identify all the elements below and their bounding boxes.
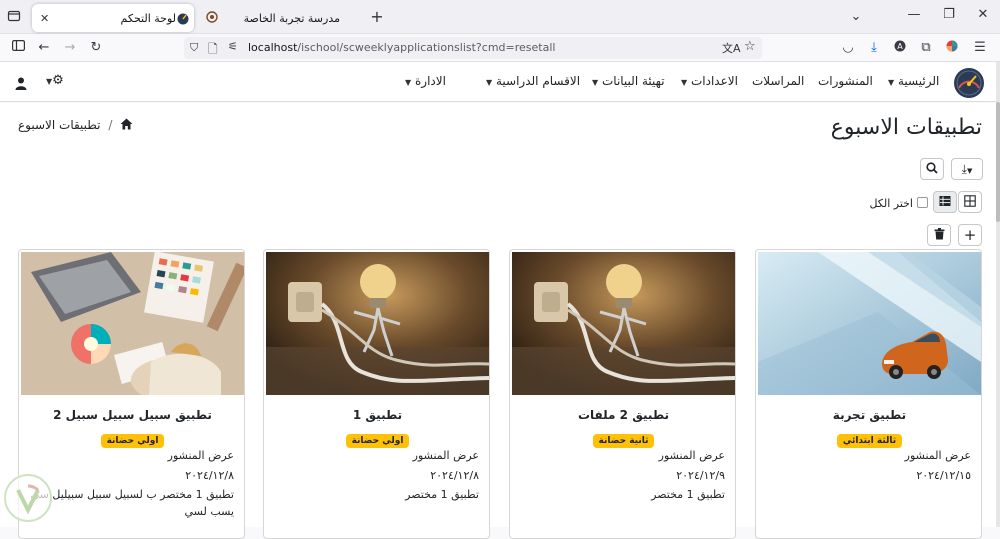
sidebar-icon[interactable] [8,34,28,62]
card-date: ٢٠٢٤/١٢/٨ [185,469,234,482]
card-title[interactable]: تطبيق 1 [264,408,489,422]
home-icon[interactable] [120,118,133,132]
grid-view-button[interactable] [958,191,982,213]
grid-icon [964,195,976,207]
minimize-icon[interactable]: — [906,7,922,22]
pocket-icon[interactable]: ◡ [838,34,858,62]
back-arrow-icon[interactable]: ← [34,34,54,62]
lightbulb-image[interactable] [512,252,735,395]
bookmark-star-icon[interactable]: ☆ [744,39,756,54]
close-tab-icon[interactable]: ✕ [40,12,49,25]
gauge-favicon-icon [176,11,190,25]
trash-icon [934,228,944,240]
translate-icon[interactable]: 文A [722,40,741,56]
tab-dashboard[interactable]: ✕ لوحة التحكم [32,4,194,32]
close-window-icon[interactable]: ✕ [975,7,991,22]
caret-down-icon: ▼ [888,78,895,87]
card-description: تطبيق 1 مختصر ب لسبيل سبيل سبيليل سي يسب… [30,488,234,518]
page-title: تطبيقات الاسبوع [830,115,982,140]
post-card[interactable]: تطبيق تجربة ثالثة ابتدائي عرض المنشور ٢٠… [755,249,982,539]
settings-dropdown[interactable]: ▼⚙ [42,73,64,88]
tab-school[interactable]: مدرسة تجربة الخاصة [200,4,360,32]
app-navbar: ▼⚙ الادارة ▼ الاقسام الدراسية ▼ تهيئة ال… [0,62,1000,102]
chevron-down-icon[interactable]: ⌄ [848,9,864,24]
watermark-logo [4,474,52,522]
url-text: localhost/ischool/scweeklyapplicationsli… [248,41,556,54]
export-dropdown-button[interactable]: ⤓▼ [951,158,983,180]
nav-item-departments[interactable]: الاقسام الدراسية ▼ [482,74,580,88]
reload-icon[interactable]: ↻ [86,34,106,62]
card-date: ٢٠٢٤/١٢/٨ [430,469,479,482]
svg-text:A: A [897,42,903,51]
page-content: تطبيقات الاسبوع تطبيقات الاسبوع / ⤓▼ اخت… [0,103,1000,539]
card-title[interactable]: تطبيق 2 ملفات [510,408,735,422]
card-description: تطبيق 1 مختصر [405,488,479,501]
designer-desk-image[interactable] [21,252,244,395]
download-icon[interactable]: ⤓ [864,34,884,62]
card-title[interactable]: تطبيق سبيل سبيل سبيل 2 [19,408,244,422]
view-post-link[interactable]: عرض المنشور [413,449,479,462]
permissions-icon[interactable]: ⚟ [228,40,238,53]
search-button[interactable] [920,158,944,180]
grade-badge: ثالثة ابتدائي [756,428,981,448]
delete-button[interactable] [927,224,951,246]
car-image[interactable] [758,252,981,395]
grade-badge: اولي حضانة [264,428,489,448]
add-button[interactable]: + [958,224,982,246]
account-icon[interactable]: A [890,34,910,62]
grade-badge: ثانية حضانة [510,428,735,448]
nav-item-settings[interactable]: الاعدادات ▼ [677,74,738,88]
gauge-logo-icon[interactable] [952,66,986,102]
card-date: ٢٠٢٤/١٢/٩ [676,469,725,482]
view-post-link[interactable]: عرض المنشور [905,449,971,462]
menu-icon[interactable]: ☰ [970,34,990,62]
table-view-button[interactable] [933,191,957,213]
maximize-icon[interactable]: ❐ [941,7,957,22]
new-tab-icon[interactable]: + [368,7,386,26]
select-all[interactable]: اختر الكل [869,197,928,210]
gear-icon: ⚙ [52,73,64,88]
post-card[interactable]: تطبيق سبيل سبيل سبيل 2 اولي حضانة عرض ال… [18,249,245,539]
card-date: ٢٠٢٤/١٢/١٥ [916,469,971,482]
forward-arrow-icon[interactable]: → [60,34,80,62]
browser-tab-strip: ✕ لوحة التحكم مدرسة تجربة الخاصة + ⌄ — ❐… [0,0,1000,34]
card-description: تطبيق 1 مختصر [651,488,725,501]
address-bar[interactable]: ⛉ 🗋 ⚟ localhost/ischool/scweeklyapplicat… [184,37,762,59]
page-icon: 🗋 [208,42,218,56]
scrollbar-thumb[interactable] [996,102,1000,222]
post-card[interactable]: تطبيق 1 اولي حضانة عرض المنشور ٢٠٢٤/١٢/٨… [263,249,490,539]
nav-item-posts[interactable]: المنشورات [818,74,873,88]
nav-item-messages[interactable]: المراسلات [752,74,804,88]
card-title[interactable]: تطبيق تجربة [756,408,981,422]
user-icon[interactable] [15,75,27,94]
shield-icon[interactable]: ⛉ [190,41,198,55]
table-icon [939,196,951,206]
caret-down-icon: ▼ [405,78,412,87]
nav-item-home[interactable]: الرئيسية ▼ [884,74,939,88]
caret-down-icon: ▼ [592,78,599,87]
tab-title: مدرسة تجربة الخاصة [243,11,340,25]
post-card[interactable]: تطبيق 2 ملفات ثانية حضانة عرض المنشور ٢٠… [509,249,736,539]
search-icon [926,162,938,174]
breadcrumb-current: تطبيقات الاسبوع [18,118,101,132]
lightbulb-image[interactable] [266,252,489,395]
tab-title: لوحة التحكم [120,11,176,25]
view-post-link[interactable]: عرض المنشور [168,449,234,462]
page-scrollbar[interactable] [996,62,1000,527]
tab-list-icon[interactable] [6,9,22,25]
site-favicon-icon [206,11,220,25]
select-all-checkbox[interactable] [917,197,928,208]
color-wheel-icon[interactable] [942,34,962,62]
browser-toolbar: ← → ↻ ⛉ 🗋 ⚟ localhost/ischool/scweeklyap… [0,34,1000,62]
nav-item-data-setup[interactable]: تهيئة البيانات ▼ [588,74,665,88]
extensions-icon[interactable]: ⧉ [916,34,936,62]
caret-down-icon: ▼ [486,78,493,87]
caret-down-icon: ▼ [681,78,688,87]
view-post-link[interactable]: عرض المنشور [659,449,725,462]
breadcrumb: تطبيقات الاسبوع / [18,118,133,132]
grade-badge: اولي حضانة [19,428,244,448]
nav-item-admin[interactable]: الادارة ▼ [401,74,446,88]
